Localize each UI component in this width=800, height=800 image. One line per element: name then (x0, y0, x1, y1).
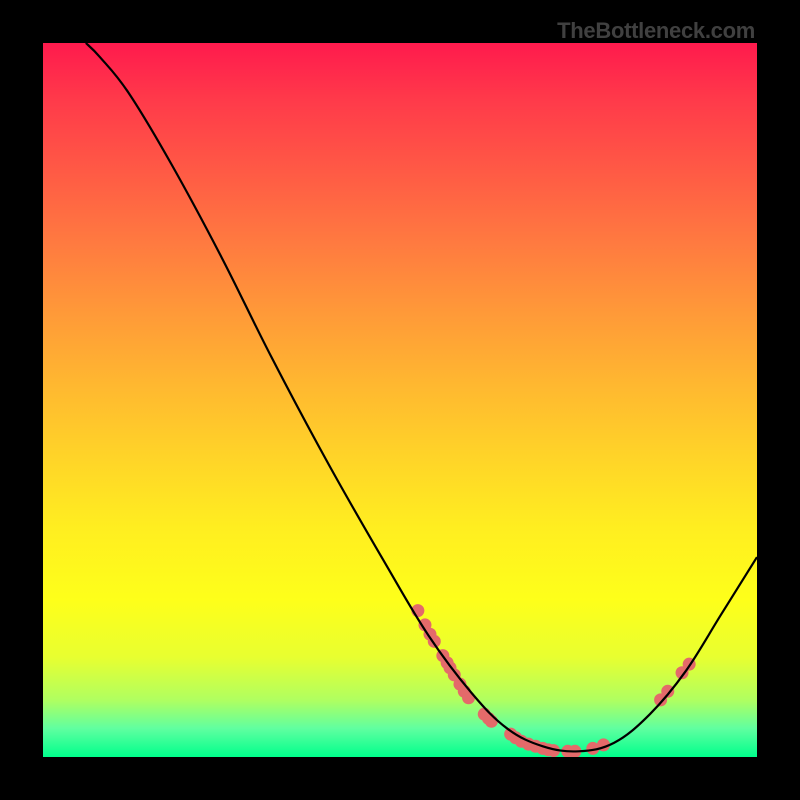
data-point (485, 715, 498, 728)
scatter-points (411, 604, 695, 757)
chart-container: TheBottleneck.com (0, 0, 800, 800)
bottleneck-curve (86, 43, 757, 751)
chart-svg (43, 43, 757, 757)
watermark-text: TheBottleneck.com (557, 18, 755, 44)
plot-area (43, 43, 757, 757)
